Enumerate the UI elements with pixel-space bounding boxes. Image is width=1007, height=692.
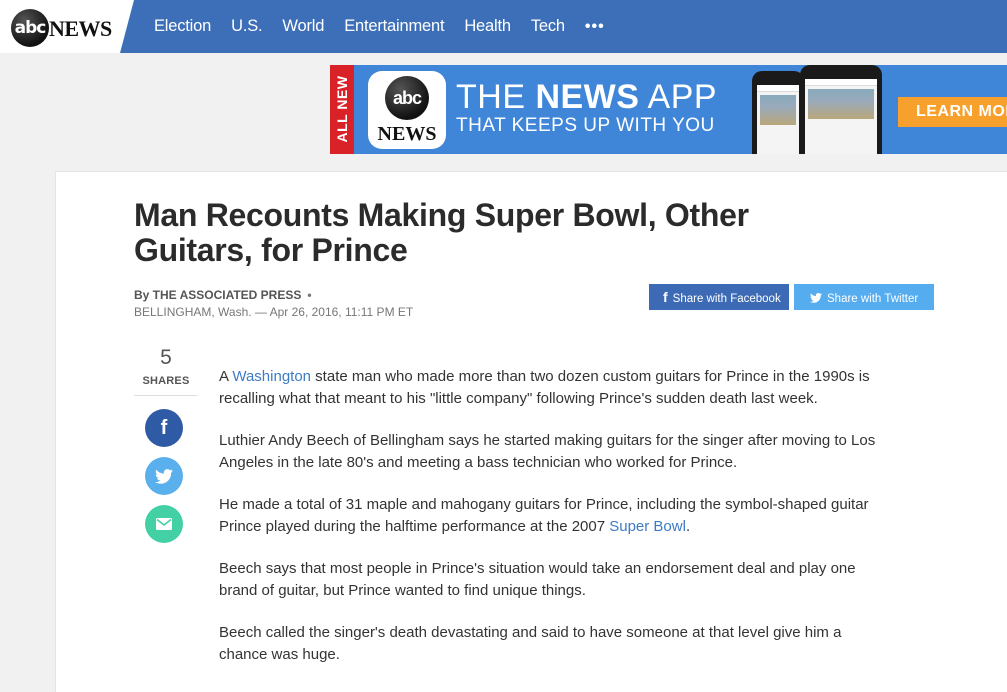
nav-item-election[interactable]: Election — [154, 17, 211, 36]
paragraph-2: Luthier Andy Beech of Bellingham says he… — [219, 432, 876, 471]
nav-item-health[interactable]: Health — [464, 17, 511, 36]
share-facebook-button[interactable]: f Share with Facebook — [649, 284, 789, 310]
abc-logo-circle: abc — [11, 9, 49, 47]
ad-badge: ALL NEW — [330, 65, 354, 154]
p1-text-pre: A — [219, 368, 233, 385]
twitter-share-icon[interactable] — [145, 457, 183, 495]
p1-text-post: state man who made more than two dozen c… — [219, 368, 870, 407]
article-headline: Man Recounts Making Super Bowl, Other Gu… — [134, 197, 749, 268]
facebook-icon: f — [663, 289, 668, 305]
app-icon-news: NEWS — [377, 123, 437, 145]
learn-more-button[interactable]: LEARN MORE — [898, 97, 1007, 127]
ad-headline-bold: NEWS — [535, 78, 640, 116]
more-dots-icon[interactable]: ••• — [585, 18, 605, 36]
twitter-icon — [810, 289, 822, 305]
nav-item-us[interactable]: U.S. — [231, 17, 262, 36]
share-rail-divider — [134, 395, 197, 396]
ad-badge-label: ALL NEW — [334, 75, 350, 143]
nav-item-world[interactable]: World — [282, 17, 324, 36]
ad-subheadline: THAT KEEPS UP WITH YOU — [456, 115, 715, 136]
news-app-ad-banner[interactable]: ALL NEW abc NEWS THE NEWS APP THAT KEEPS… — [330, 65, 1007, 154]
paragraph-1: A Washington state man who made more tha… — [219, 366, 879, 410]
phone-image-front — [800, 65, 882, 154]
phone-image-back — [752, 71, 804, 154]
facebook-share-icon[interactable]: f — [145, 409, 183, 447]
p3-text-pre: He made a total of 31 maple and mahogany… — [219, 496, 869, 535]
byline: By THE ASSOCIATED PRESS • — [134, 288, 312, 302]
email-share-icon[interactable] — [145, 505, 183, 543]
share-count: 5 — [160, 346, 172, 369]
paragraph-4: Beech says that most people in Prince's … — [219, 560, 856, 599]
main-nav: Election U.S. World Entertainment Health… — [154, 0, 605, 53]
byline-author[interactable]: By THE ASSOCIATED PRESS — [134, 288, 301, 302]
paragraph-5: Beech called the singer's death devastat… — [219, 624, 842, 663]
p3-text-post: . — [685, 518, 691, 535]
abc-news-logo[interactable]: abc NEWS — [0, 0, 134, 53]
article-body: A Washington state man who made more tha… — [219, 366, 879, 686]
share-twitter-label: Share with Twitter — [827, 293, 919, 305]
ad-headline-post: APP — [639, 78, 718, 116]
app-icon-abc: abc — [385, 76, 429, 120]
logo-news-text: NEWS — [49, 16, 112, 41]
ad-headline: THE NEWS APP — [456, 79, 717, 115]
byline-dot: • — [307, 288, 312, 302]
paragraph-3: He made a total of 31 maple and mahogany… — [219, 494, 879, 538]
nav-item-entertainment[interactable]: Entertainment — [344, 17, 444, 36]
super-bowl-link[interactable]: Super Bowl — [609, 518, 686, 535]
shares-label: SHARES — [142, 375, 190, 387]
ad-headline-pre: THE — [456, 78, 536, 116]
share-facebook-label: Share with Facebook — [672, 293, 781, 305]
dateline: BELLINGHAM, Wash. — Apr 26, 2016, 11:11 … — [134, 305, 414, 319]
share-twitter-button[interactable]: Share with Twitter — [794, 284, 934, 310]
nav-item-tech[interactable]: Tech — [531, 17, 565, 36]
app-icon: abc NEWS — [368, 71, 446, 149]
washington-link[interactable]: Washington — [232, 368, 311, 385]
top-navigation-bar: abc NEWS Election U.S. World Entertainme… — [0, 0, 1007, 53]
